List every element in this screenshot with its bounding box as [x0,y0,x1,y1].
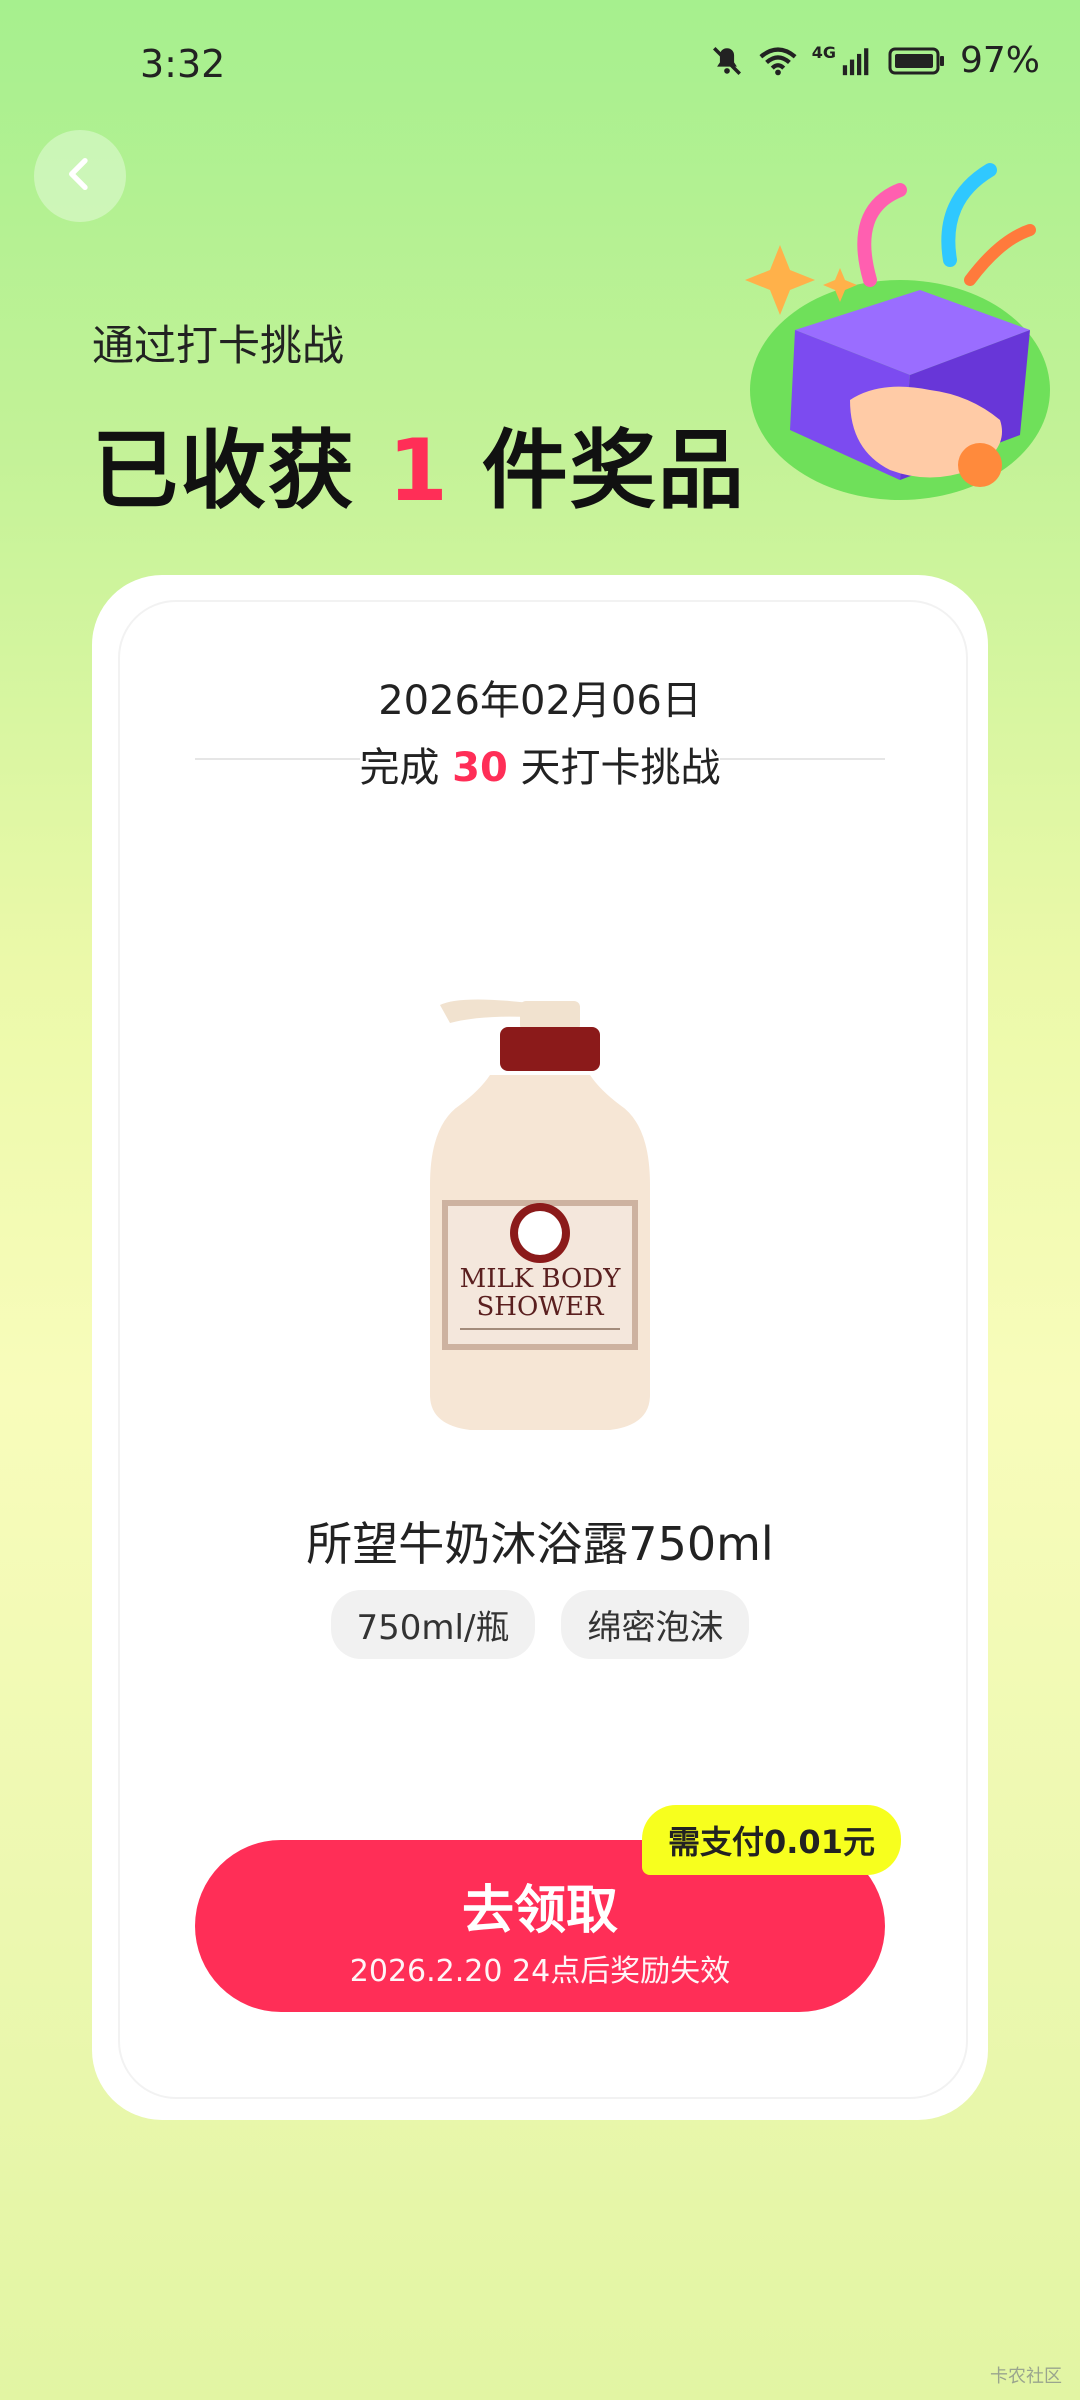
status-bar: 3:32 4G 97% [0,0,1080,130]
battery-icon [888,46,946,76]
product-label-line1: MILK BODY [460,1264,622,1294]
back-button[interactable] [34,130,126,222]
challenge-suffix: 天打卡挑战 [520,745,721,791]
claim-expiry-text: 2026.2.20 24点后奖励失效 [349,1954,731,1989]
product-image: MILK BODY SHOWER [420,995,660,1455]
product-tag: 绵密泡沫 [561,1590,750,1659]
payment-badge: 需支付0.01元 [642,1805,901,1875]
status-time: 3:32 [140,42,226,86]
chevron-left-icon [60,154,100,198]
status-icons: 4G 97% [710,40,1040,81]
challenge-summary: 完成 30 天打卡挑战 [0,735,1080,793]
page-title: 已收获 1 件奖品 [92,400,746,525]
product-name: 所望牛奶沐浴露750ml [306,1517,774,1571]
claim-button-label: 去领取 [461,1881,618,1941]
network-type-label: 4G [811,43,836,62]
battery-percent: 97% [959,40,1040,81]
prize-count: 1 [387,421,450,521]
wifi-icon [758,44,798,78]
headline-prefix: 已收获 [92,421,356,521]
page-subtitle: 通过打卡挑战 [92,321,345,370]
watermark: 卡农社区 [990,2366,1062,2387]
product-tag: 750ml/瓶 [330,1590,536,1659]
challenge-prefix: 完成 [359,745,440,791]
prize-date: 2026年02月06日 [378,678,702,724]
mute-bell-icon [710,44,744,78]
product-label-line2: SHOWER [476,1292,605,1322]
challenge-days: 30 [452,745,508,791]
signal-icon [840,44,874,78]
gift-box-illustration [700,150,1060,510]
product-tags: 750ml/瓶 绵密泡沫 [0,1590,1080,1659]
